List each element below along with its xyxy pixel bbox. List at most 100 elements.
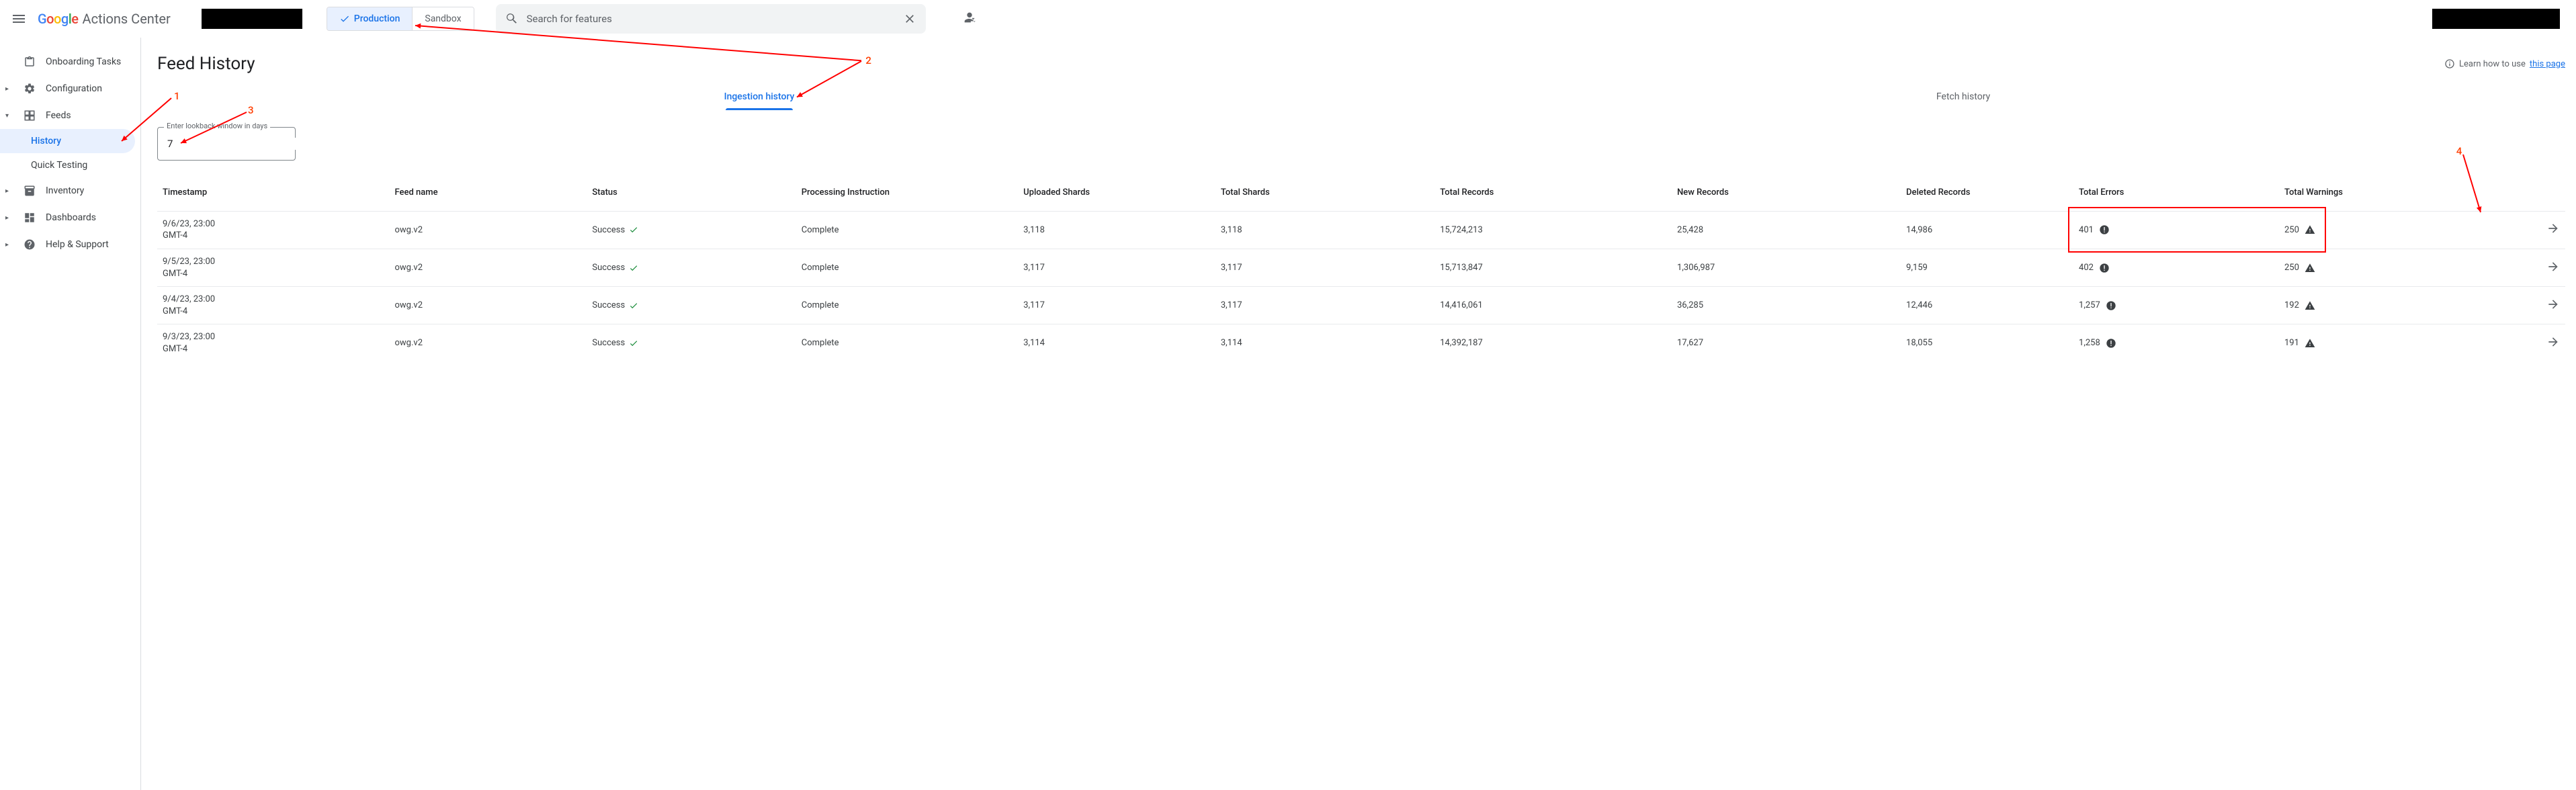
cell-uploaded-shards: 3,114 [1018, 324, 1215, 362]
expand-icon[interactable]: ▸ [5, 241, 12, 249]
env-production-button[interactable]: Production [327, 7, 413, 30]
expand-icon[interactable]: ▸ [5, 85, 12, 93]
sidebar-item-help[interactable]: ▸ Help & Support [0, 231, 135, 258]
cell-uploaded-shards: 3,117 [1018, 249, 1215, 286]
cell-feed: owg.v2 [390, 249, 587, 286]
check-icon [629, 263, 638, 273]
col-new-records: New Records [1672, 181, 1901, 211]
cell-total-errors: 1,258 [2073, 324, 2279, 362]
cell-open[interactable] [2477, 249, 2565, 286]
error-icon [2099, 224, 2110, 235]
learn-link-anchor[interactable]: this page [2530, 59, 2565, 69]
cell-total-records: 15,713,847 [1434, 249, 1672, 286]
env-sandbox-label: Sandbox [425, 13, 461, 24]
cell-deleted-records: 18,055 [1901, 324, 2073, 362]
sidebar-item-label: History [31, 136, 61, 146]
cell-total-warnings: 250 [2279, 211, 2477, 249]
cell-processing: Complete [796, 249, 1018, 286]
col-total-records: Total Records [1434, 181, 1672, 211]
cell-feed: owg.v2 [390, 211, 587, 249]
cell-status: Success [587, 324, 796, 362]
info-icon [2444, 58, 2455, 69]
cell-timestamp: 9/3/23, 23:00GMT-4 [157, 324, 390, 362]
sidebar-item-dashboards[interactable]: ▸ Dashboards [0, 204, 135, 231]
cell-total-records: 14,416,061 [1434, 287, 1672, 324]
sidebar-item-history[interactable]: History [0, 129, 135, 153]
menu-icon[interactable] [11, 11, 27, 27]
cell-total-errors: 1,257 [2073, 287, 2279, 324]
learn-text: Learn how to use [2459, 59, 2526, 69]
expand-icon[interactable]: ▸ [5, 187, 12, 195]
cell-open[interactable] [2477, 287, 2565, 324]
error-icon [2106, 338, 2116, 349]
col-deleted-records: Deleted Records [1901, 181, 2073, 211]
sidebar-item-label: Feeds [46, 110, 71, 121]
col-total-shards: Total Shards [1215, 181, 1434, 211]
table-row: 9/3/23, 23:00GMT-4owg.v2SuccessComplete3… [157, 324, 2565, 362]
tab-label: Fetch history [1936, 91, 1990, 102]
gear-icon [23, 82, 36, 95]
cell-new-records: 17,627 [1672, 324, 1901, 362]
sidebar-item-inventory[interactable]: ▸ Inventory [0, 177, 135, 204]
cell-total-shards: 3,114 [1215, 324, 1434, 362]
sidebar-item-quick-testing[interactable]: Quick Testing [0, 153, 135, 177]
sidebar-item-feeds[interactable]: ▾ Feeds [0, 102, 135, 129]
sidebar-item-configuration[interactable]: ▸ Configuration [0, 75, 135, 102]
product-name: Actions Center [83, 11, 171, 27]
cell-new-records: 36,285 [1672, 287, 1901, 324]
grid-icon [23, 109, 36, 122]
feed-history-table: Timestamp Feed name Status Processing In… [157, 181, 2565, 361]
arrow-right-icon [2546, 260, 2560, 273]
cell-new-records: 1,306,987 [1672, 249, 1901, 286]
arrow-right-icon [2546, 222, 2560, 235]
search-box[interactable] [496, 4, 926, 34]
environment-toggle: Production Sandbox [327, 7, 474, 31]
lookback-input[interactable] [167, 138, 301, 150]
table-header-row: Timestamp Feed name Status Processing In… [157, 181, 2565, 211]
expand-icon[interactable]: ▸ [5, 214, 12, 222]
env-sandbox-button[interactable]: Sandbox [413, 7, 473, 30]
cell-total-shards: 3,118 [1215, 211, 1434, 249]
cell-uploaded-shards: 3,118 [1018, 211, 1215, 249]
cell-timestamp: 9/4/23, 23:00GMT-4 [157, 287, 390, 324]
search-icon [505, 12, 519, 26]
cell-open[interactable] [2477, 211, 2565, 249]
tab-label: Ingestion history [724, 91, 795, 102]
learn-link: Learn how to use this page [2444, 58, 2565, 69]
cell-uploaded-shards: 3,117 [1018, 287, 1215, 324]
cell-total-warnings: 192 [2279, 287, 2477, 324]
sidebar-item-label: Inventory [46, 185, 84, 196]
arrow-right-icon [2546, 298, 2560, 311]
tab-fetch-history[interactable]: Fetch history [1361, 83, 2565, 111]
cell-status: Success [587, 287, 796, 324]
cell-total-shards: 3,117 [1215, 287, 1434, 324]
tab-ingestion-history[interactable]: Ingestion history [157, 83, 1361, 111]
sidebar-item-label: Dashboards [46, 212, 96, 223]
sidebar-item-onboarding[interactable]: Onboarding Tasks [0, 48, 135, 75]
check-icon [629, 301, 638, 310]
google-logo: Google [38, 11, 79, 27]
col-uploaded-shards: Uploaded Shards [1018, 181, 1215, 211]
search-input[interactable] [527, 13, 895, 25]
lookback-label: Enter lookback window in days [164, 122, 270, 130]
cell-open[interactable] [2477, 324, 2565, 362]
dashboard-icon [23, 211, 36, 224]
manage-users-icon[interactable] [957, 5, 982, 33]
sidebar-item-label: Quick Testing [31, 160, 87, 171]
cell-deleted-records: 9,159 [1901, 249, 2073, 286]
col-feed-name: Feed name [390, 181, 587, 211]
table-row: 9/4/23, 23:00GMT-4owg.v2SuccessComplete3… [157, 287, 2565, 324]
sidebar-item-label: Configuration [46, 83, 102, 94]
redacted-block-2 [2432, 9, 2560, 29]
sidebar-item-label: Onboarding Tasks [46, 56, 121, 67]
collapse-icon[interactable]: ▾ [5, 112, 12, 120]
logo[interactable]: Google Actions Center [38, 11, 171, 27]
check-icon [629, 225, 638, 234]
cell-total-warnings: 191 [2279, 324, 2477, 362]
sidebar-item-label: Help & Support [46, 239, 109, 250]
col-timestamp: Timestamp [157, 181, 390, 211]
clear-icon[interactable] [903, 12, 916, 26]
cell-status: Success [587, 211, 796, 249]
cell-deleted-records: 12,446 [1901, 287, 2073, 324]
annotation-layer: 1234 [141, 38, 2576, 790]
